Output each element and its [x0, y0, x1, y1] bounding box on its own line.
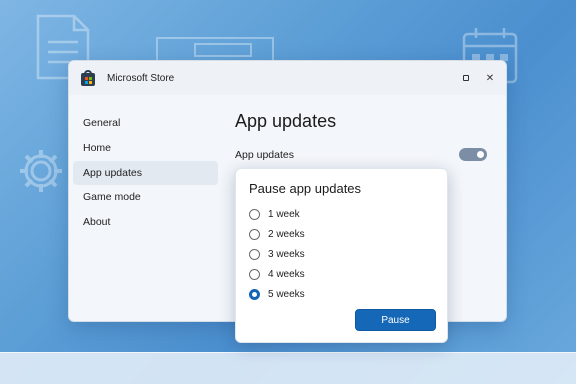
sidebar-item-app-updates[interactable]: App updates	[73, 160, 218, 185]
sidebar-item-label: Home	[83, 141, 112, 154]
radio-button[interactable]	[249, 208, 260, 220]
app-updates-setting-row: App updates	[235, 148, 495, 161]
option-2-weeks[interactable]: 2 weeks	[249, 224, 305, 244]
radio-button-selected[interactable]	[249, 289, 260, 301]
setting-label: App updates	[235, 148, 294, 161]
sidebar-item-label: App updates	[83, 166, 142, 179]
main-content: App updates App updates	[235, 111, 495, 161]
sidebar-nav: General Home App updates Game mode About	[73, 111, 218, 235]
option-label: 3 weeks	[268, 248, 305, 260]
pause-button[interactable]: Pause	[355, 309, 436, 331]
option-label: 4 weeks	[268, 269, 305, 281]
sidebar-item-label: Game mode	[83, 191, 141, 204]
option-label: 1 week	[268, 208, 300, 220]
title-bar: Microsoft Store ✕	[69, 61, 506, 95]
sidebar-item-about[interactable]: About	[73, 210, 218, 234]
background-window-icon	[155, 36, 275, 62]
app-updates-toggle[interactable]	[459, 148, 487, 161]
radio-button[interactable]	[249, 228, 260, 240]
option-5-weeks[interactable]: 5 weeks	[249, 285, 305, 305]
taskbar	[0, 352, 576, 384]
background-gear-icon	[16, 146, 66, 196]
option-4-weeks[interactable]: 4 weeks	[249, 265, 305, 285]
radio-button[interactable]	[249, 248, 260, 260]
window-title: Microsoft Store	[107, 72, 175, 84]
sidebar-item-game-mode[interactable]: Game mode	[73, 185, 218, 209]
maximize-icon	[463, 75, 469, 81]
radio-button[interactable]	[249, 269, 260, 281]
toggle-knob	[477, 151, 484, 158]
close-icon: ✕	[485, 72, 495, 84]
page-title: App updates	[235, 111, 337, 131]
sidebar-item-home[interactable]: Home	[73, 136, 218, 160]
pause-updates-dialog: Pause app updates 1 week 2 weeks 3 weeks…	[235, 168, 448, 343]
option-1-week[interactable]: 1 week	[249, 204, 305, 224]
sidebar-item-label: General	[83, 117, 121, 129]
option-label: 2 weeks	[268, 228, 305, 240]
option-3-weeks[interactable]: 3 weeks	[249, 244, 305, 264]
store-bag-icon	[81, 70, 95, 86]
sidebar-item-general[interactable]: General	[73, 111, 218, 135]
sidebar-item-label: About	[83, 216, 111, 229]
maximize-button[interactable]	[454, 66, 478, 90]
dialog-title: Pause app updates	[249, 181, 362, 196]
option-label: 5 weeks	[268, 289, 305, 301]
pause-duration-options: 1 week 2 weeks 3 weeks 4 weeks 5 weeks	[249, 204, 305, 305]
close-button[interactable]: ✕	[478, 66, 502, 90]
